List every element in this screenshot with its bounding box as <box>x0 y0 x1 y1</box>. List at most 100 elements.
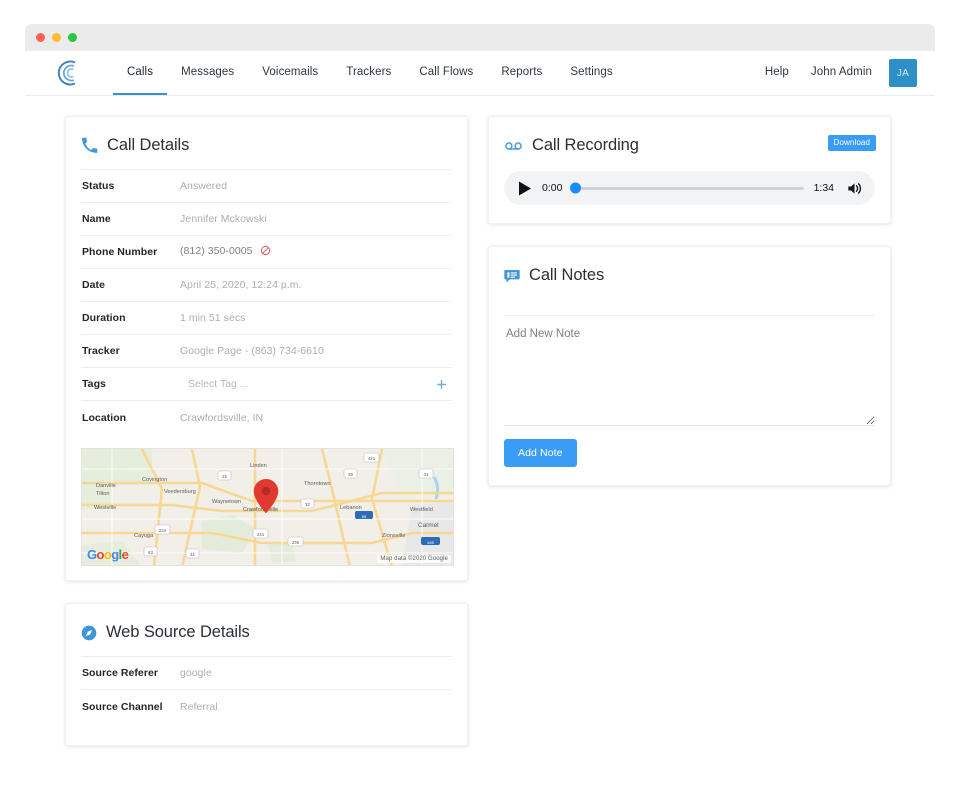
row-label: Source Referer <box>81 667 180 679</box>
row-value: April 25, 2020, 12:24 p.m. <box>180 279 452 291</box>
seek-thumb[interactable] <box>570 183 581 194</box>
svg-text:Lebanon: Lebanon <box>340 505 362 511</box>
svg-text:Linden: Linden <box>250 463 267 469</box>
new-note-textarea[interactable] <box>504 316 875 426</box>
block-icon[interactable] <box>260 247 271 259</box>
app-window: Calls Messages Voicemails Trackers Call … <box>25 24 935 796</box>
app-logo[interactable] <box>53 51 103 95</box>
call-notes-title: Call Notes <box>529 266 604 285</box>
download-recording-button[interactable]: Download <box>828 135 876 151</box>
svg-text:Carmel: Carmel <box>418 522 439 529</box>
comment-icon <box>504 268 520 284</box>
row-label: Source Channel <box>81 701 180 713</box>
detail-row-duration: Duration 1 min 51 secs <box>81 302 452 335</box>
web-source-rows: Source Referer google Source Channel Ref… <box>81 656 452 723</box>
nav-item-help[interactable]: Help <box>754 66 800 80</box>
nav-item-messages[interactable]: Messages <box>167 51 248 95</box>
add-note-button[interactable]: Add Note <box>504 439 577 467</box>
svg-text:Veedersburg: Veedersburg <box>164 489 196 495</box>
svg-text:231: 231 <box>257 532 265 537</box>
web-source-details-title: Web Source Details <box>106 623 250 642</box>
map-attribution: Map data ©2020 Google <box>377 555 451 563</box>
plus-icon[interactable] <box>435 378 452 391</box>
avatar[interactable]: JA <box>889 59 917 87</box>
nav-item-settings[interactable]: Settings <box>556 51 626 95</box>
svg-text:465: 465 <box>427 540 434 545</box>
svg-text:Thorntown: Thorntown <box>304 481 330 487</box>
callrail-c-logo-icon <box>53 58 83 88</box>
detail-row-source-referer: Source Referer google <box>81 657 452 690</box>
svg-text:41: 41 <box>190 552 195 557</box>
row-value: Referral <box>180 701 452 713</box>
detail-row-date: Date April 25, 2020, 12:24 p.m. <box>81 269 452 302</box>
svg-text:31: 31 <box>424 472 429 477</box>
tag-select-input[interactable]: Select Tag ... <box>180 378 435 390</box>
svg-text:63: 63 <box>148 550 153 555</box>
row-value: google <box>180 667 452 679</box>
svg-text:236: 236 <box>292 540 300 545</box>
zoom-window-button[interactable] <box>68 33 77 42</box>
row-value: 1 min 51 secs <box>180 312 452 324</box>
left-column: Call Details Status Answered Name Jennif… <box>65 116 468 768</box>
detail-row-tags: Tags Select Tag ... <box>81 368 452 401</box>
row-label: Name <box>81 213 180 225</box>
nav-user-area: Help John Admin JA <box>754 51 917 95</box>
nav-item-call-flows[interactable]: Call Flows <box>405 51 487 95</box>
nav-item-voicemails[interactable]: Voicemails <box>248 51 332 95</box>
call-details-title: Call Details <box>107 136 189 155</box>
row-value: Answered <box>180 180 452 192</box>
row-label: Phone Number <box>81 246 180 258</box>
play-icon[interactable] <box>518 181 532 196</box>
seek-slider[interactable] <box>572 187 803 190</box>
nav-item-user-name[interactable]: John Admin <box>800 66 883 80</box>
svg-text:421: 421 <box>368 456 376 461</box>
row-value-wrap: (812) 350-0005 <box>180 245 452 259</box>
call-notes-card: Call Notes Add Note <box>488 246 891 486</box>
detail-row-status: Status Answered <box>81 170 452 203</box>
primary-nav: Calls Messages Voicemails Trackers Call … <box>113 51 627 95</box>
voicemail-icon <box>504 136 523 155</box>
nav-item-trackers[interactable]: Trackers <box>332 51 405 95</box>
row-value: Crawfordsville, IN <box>180 412 452 424</box>
location-map[interactable]: Linden Covington Veedersburg Waynetown T… <box>81 448 454 566</box>
svg-text:Cayuga: Cayuga <box>134 533 154 539</box>
detail-row-phone-number: Phone Number (812) 350-0005 <box>81 236 452 269</box>
right-column: Download Call Recording <box>488 116 891 508</box>
svg-text:234: 234 <box>159 528 167 533</box>
window-titlebar <box>25 24 935 51</box>
google-watermark: Google <box>87 547 128 562</box>
phone-number-link[interactable]: (812) 350-0005 <box>180 245 253 257</box>
row-label: Duration <box>81 312 180 324</box>
call-notes-header: Call Notes <box>504 263 875 299</box>
compass-icon <box>81 625 97 641</box>
svg-text:32: 32 <box>305 502 310 507</box>
svg-text:25: 25 <box>222 474 227 479</box>
row-value: Jennifer Mckowski <box>180 213 452 225</box>
minimize-window-button[interactable] <box>52 33 61 42</box>
call-details-header: Call Details <box>81 133 452 169</box>
nav-item-calls[interactable]: Calls <box>113 51 167 95</box>
volume-icon[interactable] <box>844 181 863 196</box>
page-content: Call Details Status Answered Name Jennif… <box>25 96 935 796</box>
svg-text:Crawfordsville: Crawfordsville <box>243 507 278 513</box>
web-source-details-card: Web Source Details Source Referer google… <box>65 603 468 746</box>
row-label: Tracker <box>81 345 180 357</box>
top-navigation-bar: Calls Messages Voicemails Trackers Call … <box>25 51 935 96</box>
svg-text:Danville: Danville <box>96 483 116 489</box>
detail-row-name: Name Jennifer Mckowski <box>81 203 452 236</box>
close-window-button[interactable] <box>36 33 45 42</box>
detail-row-tracker: Tracker Google Page - (863) 734-6610 <box>81 335 452 368</box>
svg-text:Tilton: Tilton <box>96 491 109 497</box>
audio-player[interactable]: 0:00 1:34 <box>504 171 875 205</box>
phone-icon <box>81 137 98 154</box>
call-recording-title: Call Recording <box>532 136 639 155</box>
row-label: Status <box>81 180 180 192</box>
total-time-label: 1:34 <box>814 182 834 194</box>
svg-text:65: 65 <box>362 514 367 519</box>
svg-text:Westfield: Westfield <box>410 507 433 513</box>
nav-item-reports[interactable]: Reports <box>487 51 556 95</box>
svg-text:Covington: Covington <box>142 477 167 483</box>
row-label: Location <box>81 412 180 424</box>
svg-text:39: 39 <box>348 472 353 477</box>
detail-row-location: Location Crawfordsville, IN <box>81 401 452 434</box>
